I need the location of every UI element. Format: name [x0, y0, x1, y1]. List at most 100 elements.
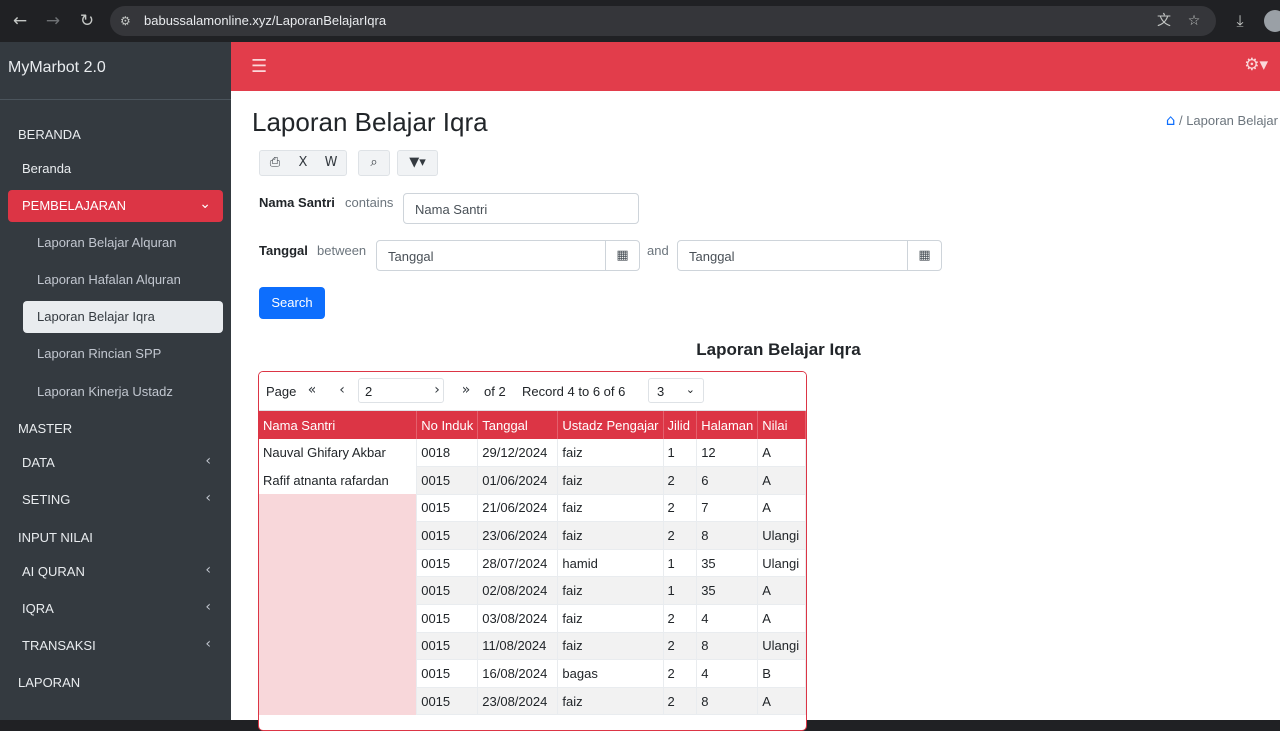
sidebar-item-data[interactable]: DATA ‹ [8, 447, 223, 479]
reload-icon[interactable]: ↻ [75, 9, 99, 33]
table-cell: 23/08/2024 [477, 687, 559, 716]
table-cell: Ulangi [757, 521, 806, 550]
sidebar-item-pembelajaran[interactable]: PEMBELAJARAN ⌄ [8, 190, 223, 222]
table-cell: 11/08/2024 [477, 632, 559, 661]
brand-name[interactable]: MyMarbot 2.0 [8, 59, 106, 77]
table-cell: 8 [696, 632, 759, 661]
sidebar-item-laporan-rincian-spp[interactable]: Laporan Rincian SPP [23, 338, 223, 370]
column-header[interactable]: Nama Santri [259, 411, 418, 439]
search-button[interactable]: Search [259, 287, 325, 319]
table-cell: A [757, 439, 806, 468]
gear-icon[interactable]: ⚙▾ [1244, 55, 1268, 75]
calendar-icon[interactable]: ▦ [605, 241, 639, 270]
sidebar-item-laporan-belajar-iqra[interactable]: Laporan Belajar Iqra [23, 301, 223, 333]
table-row: 0015 02/08/2024 faiz 1 35 A [259, 576, 806, 606]
translate-icon[interactable]: 文 [1154, 11, 1174, 31]
table-cell: 2 [663, 466, 698, 495]
sidebar-header-master: MASTER [18, 421, 73, 436]
arrow-left-icon[interactable]: ← [8, 9, 32, 33]
column-header[interactable]: Tanggal [477, 411, 559, 439]
pager-of-label: of 2 [484, 384, 506, 399]
table-cell: 2 [663, 687, 698, 716]
table-cell: 1 [663, 576, 698, 606]
tanggal-from-placeholder: Tanggal [388, 249, 434, 264]
table-cell: A [757, 576, 806, 606]
download-icon[interactable]: ⤓ [1228, 9, 1252, 33]
sidebar-item-transaksi[interactable]: TRANSAKSI ‹ [8, 630, 223, 662]
search-toggle-button[interactable]: ⌕ [358, 150, 390, 176]
filter-button[interactable]: ▼▾ [397, 150, 438, 176]
sidebar-item-label: AI QURAN [22, 564, 85, 579]
sidebar-item-label: Laporan Kinerja Ustadz [37, 384, 173, 399]
table-cell: 4 [696, 659, 759, 688]
table-cell: hamid [557, 549, 664, 578]
chevron-down-icon: ⌄ [199, 196, 211, 212]
sidebar-item-label: PEMBELAJARAN [22, 198, 127, 213]
print-icon[interactable]: ⎙ [261, 151, 289, 175]
column-header[interactable]: No Induk [416, 411, 479, 439]
table-cell: 0018 [416, 439, 479, 468]
sidebar-item-laporan-belajar-alquran[interactable]: Laporan Belajar Alquran [23, 227, 223, 259]
table-cell [259, 632, 418, 660]
nama-santri-input[interactable]: Nama Santri [403, 193, 639, 224]
table-cell [259, 687, 418, 715]
tanggal-operator: between [317, 243, 367, 258]
column-header[interactable]: Nilai [757, 411, 806, 439]
table-cell: 29/12/2024 [477, 439, 559, 468]
home-icon[interactable]: ⌂ [1166, 111, 1176, 129]
address-bar[interactable]: ⚙ babussalamonline.xyz/LaporanBelajarIqr… [110, 6, 1216, 36]
tanggal-to-input[interactable]: Tanggal ▦ [677, 240, 942, 271]
column-header[interactable]: Jilid [663, 411, 698, 439]
excel-icon[interactable]: X [289, 151, 317, 175]
site-settings-icon[interactable]: ⚙ [120, 14, 134, 28]
page-size-select[interactable]: 3 ⌄ [648, 378, 704, 403]
report-grid: Page « ‹ 2 › » of 2 Record 4 to 6 of 6 3… [258, 371, 807, 731]
table-cell: 02/08/2024 [477, 576, 559, 606]
first-page-icon[interactable]: « [299, 378, 325, 403]
table-cell: faiz [557, 687, 664, 716]
star-icon[interactable]: ☆ [1184, 11, 1204, 31]
sidebar-header-beranda: BERANDA [18, 127, 81, 142]
table-row: Nauval Ghifary Akbar 0018 29/12/2024 faiz 1 1… [259, 439, 806, 468]
table-cell: 0015 [416, 604, 479, 633]
table-row: 0015 23/06/2024 faiz 2 8 Ulangi [259, 521, 806, 550]
next-page-icon[interactable]: › [424, 378, 450, 403]
table-cell: 03/08/2024 [477, 604, 559, 633]
table-cell: 6 [696, 466, 759, 495]
report-title: Laporan Belajar Iqra [696, 340, 861, 359]
table-cell: 16/08/2024 [477, 659, 559, 688]
chevron-left-icon: ‹ [205, 453, 211, 469]
column-header[interactable]: Ustadz Pengajar [557, 411, 664, 439]
table-cell: Ulangi [757, 549, 806, 578]
sidebar-item-laporan-kinerja-ustadz[interactable]: Laporan Kinerja Ustadz [23, 376, 223, 408]
calendar-icon[interactable]: ▦ [907, 241, 941, 270]
table-cell: 1 [663, 549, 698, 578]
prev-page-icon[interactable]: ‹ [329, 378, 355, 403]
table-cell: faiz [557, 439, 664, 468]
sidebar-item-laporan-hafalan-alquran[interactable]: Laporan Hafalan Alquran [23, 264, 223, 296]
filter-icon: ▼▾ [409, 155, 426, 170]
table-row: 0015 03/08/2024 faiz 2 4 A [259, 604, 806, 633]
chevron-left-icon: ‹ [205, 562, 211, 578]
table-cell: Rafif atnanta rafardan [259, 466, 418, 495]
table-cell: 0015 [416, 549, 479, 578]
column-header[interactable]: Halaman [696, 411, 759, 439]
main-content: Laporan Belajar Iqra ⌂ / Laporan Belajar… [231, 91, 1280, 731]
sidebar-item-iqra[interactable]: IQRA ‹ [8, 593, 223, 625]
url-text[interactable]: babussalamonline.xyz/LaporanBelajarIqra [144, 13, 386, 28]
avatar[interactable] [1264, 10, 1280, 32]
table-cell: A [757, 494, 806, 523]
tanggal-from-input[interactable]: Tanggal ▦ [376, 240, 640, 271]
word-icon[interactable]: W [317, 151, 345, 175]
brand[interactable]: MyMarbot 2.0 [0, 42, 231, 100]
hamburger-icon[interactable]: ☰ [251, 56, 267, 77]
sidebar-item-seting[interactable]: SETING ‹ [8, 484, 223, 516]
last-page-icon[interactable]: » [453, 378, 479, 403]
sidebar-item-alquran[interactable]: AI QURAN ‹ [8, 556, 223, 588]
table-cell [259, 549, 418, 577]
table-cell: 12 [696, 439, 759, 468]
table-cell: 01/06/2024 [477, 466, 559, 495]
table-cell: bagas [557, 659, 664, 688]
arrow-right-icon[interactable]: → [41, 9, 65, 33]
sidebar-item-beranda[interactable]: Beranda [8, 153, 223, 185]
